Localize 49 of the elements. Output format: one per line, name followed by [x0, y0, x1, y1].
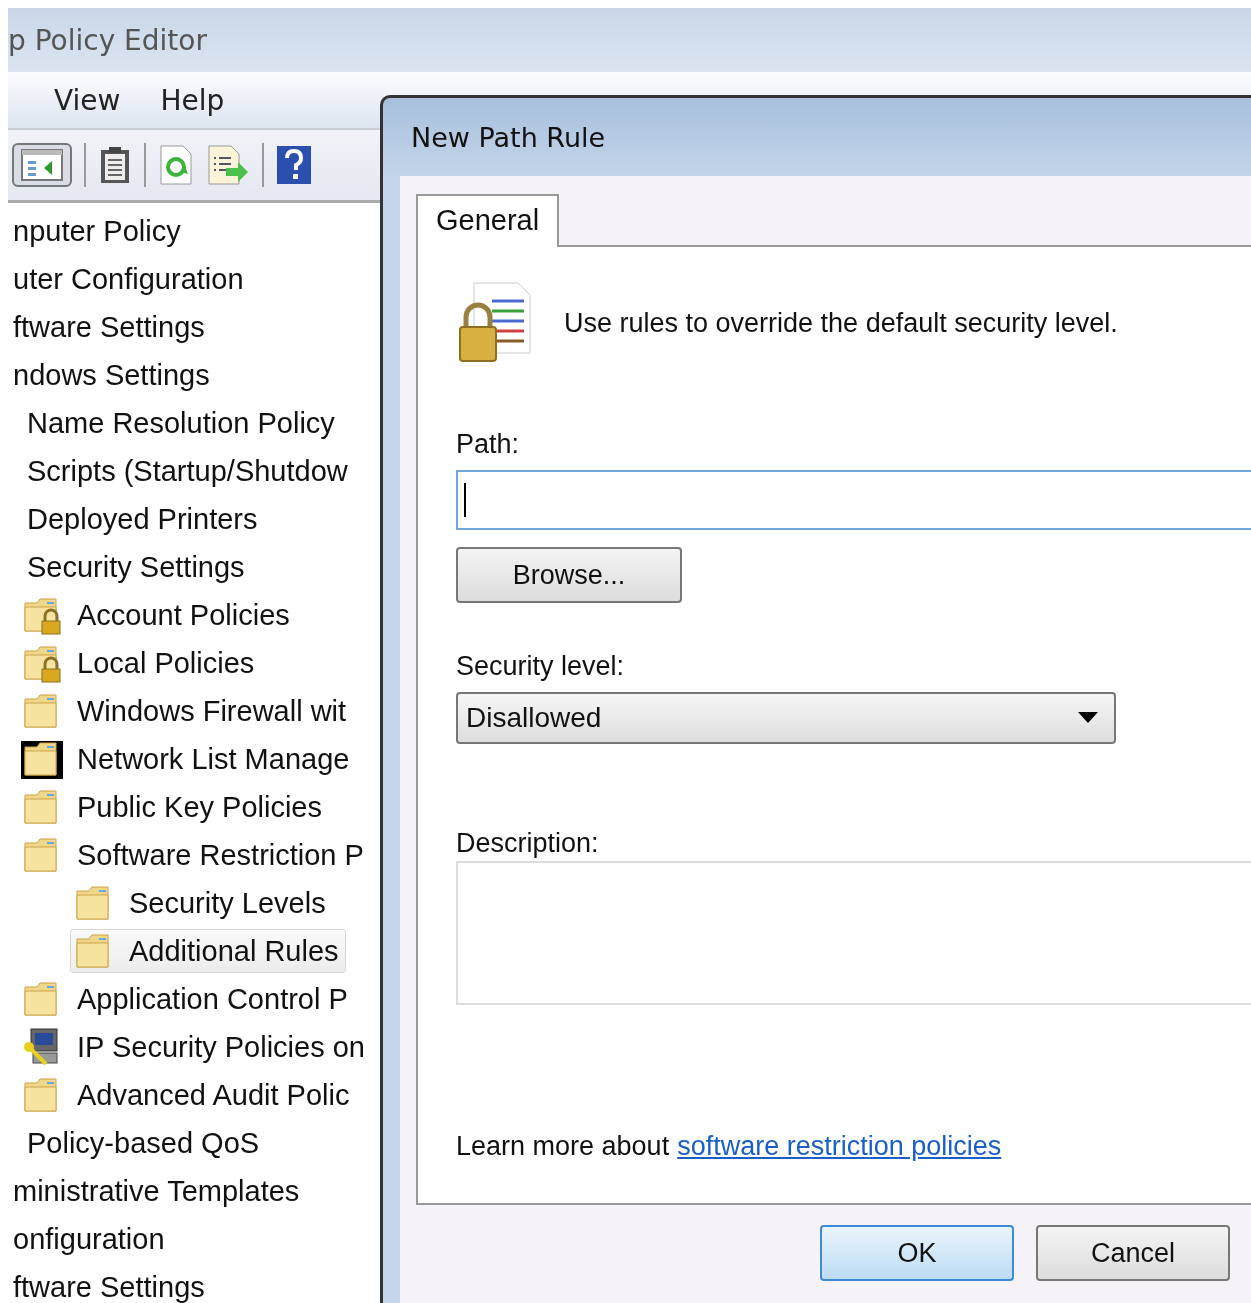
learn-more-text: Learn more about: [456, 1131, 670, 1162]
tree-item[interactable]: Public Key Policies: [18, 785, 329, 829]
tree-item[interactable]: onfiguration: [10, 1217, 172, 1261]
folder-icon: [21, 739, 63, 779]
policies-link[interactable]: software restriction policies: [677, 1131, 1002, 1162]
browse-button[interactable]: Browse...: [456, 547, 682, 603]
tree-item[interactable]: Security Levels: [70, 881, 333, 925]
tree-item[interactable]: Application Control P: [18, 977, 355, 1021]
tree-item[interactable]: Advanced Audit Polic: [18, 1073, 357, 1117]
description-field[interactable]: [456, 861, 1251, 1005]
description-label: Description:: [456, 828, 599, 859]
caret-icon: [1078, 712, 1098, 724]
security-level-label: Security level:: [456, 651, 625, 682]
tree-item[interactable]: Security Settings: [24, 545, 252, 589]
tree-item[interactable]: Additional Rules: [70, 929, 346, 973]
help-icon[interactable]: [276, 145, 312, 185]
menu-item[interactable]: View: [54, 83, 121, 117]
intro-text: Use rules to override the default security level.: [564, 307, 1118, 339]
window-title: p Policy Editor: [8, 23, 207, 57]
menu-item[interactable]: Help: [160, 83, 225, 117]
tree-item[interactable]: IP Security Policies on: [18, 1025, 372, 1069]
tree-item[interactable]: uter Configuration: [10, 257, 251, 301]
locked-folder-icon: [21, 643, 63, 683]
console-tree-toggle-button[interactable]: [12, 143, 72, 187]
path-label: Path:: [456, 429, 520, 460]
tree-item[interactable]: Network List Manage: [18, 737, 357, 781]
locked-folder-icon: [21, 595, 63, 635]
tree-item[interactable]: ftware Settings: [10, 305, 212, 349]
tree-item[interactable]: nputer Policy: [10, 209, 188, 253]
ok-button[interactable]: OK: [820, 1225, 1014, 1281]
refresh-icon[interactable]: [158, 144, 194, 186]
security-level-dropdown[interactable]: Disallowed: [456, 692, 1116, 744]
clipboard-icon[interactable]: [98, 145, 132, 185]
tree-item[interactable]: Account Policies: [18, 593, 297, 637]
cancel-button[interactable]: Cancel: [1036, 1225, 1230, 1281]
tree-item[interactable]: Windows Firewall wit: [18, 689, 354, 733]
dialog-title: New Path Rule: [411, 121, 606, 153]
tree-item[interactable]: Deployed Printers: [24, 497, 265, 541]
tree-item[interactable]: Software Restriction P: [18, 833, 371, 877]
tree-item[interactable]: Policy-based QoS: [24, 1121, 267, 1165]
tree-item[interactable]: Scripts (Startup/Shutdow: [24, 449, 355, 493]
tab[interactable]: General: [416, 194, 560, 247]
tree-item[interactable]: Name Resolution Policy: [24, 401, 342, 445]
tree-item[interactable]: ftware Settings: [10, 1265, 212, 1303]
tree-item[interactable]: ministrative Templates: [10, 1169, 307, 1213]
path-field[interactable]: [456, 470, 1251, 530]
tree-item[interactable]: Local Policies: [18, 641, 262, 685]
export-list-icon[interactable]: [206, 144, 250, 186]
tree-item[interactable]: ndows Settings: [10, 353, 217, 397]
